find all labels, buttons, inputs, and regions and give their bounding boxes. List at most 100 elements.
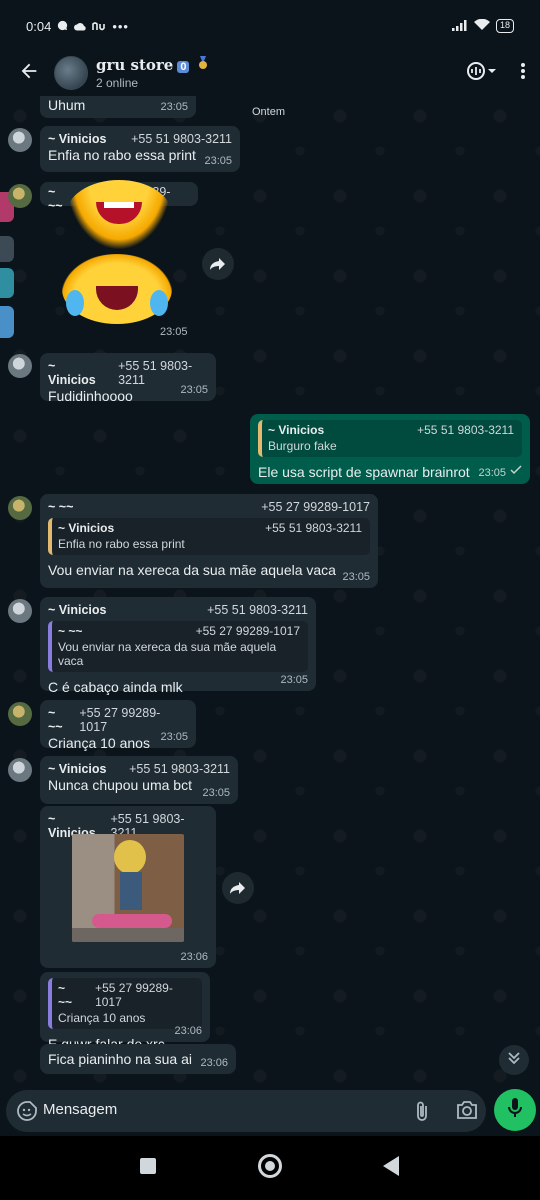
- voice-chat-icon[interactable]: [466, 60, 496, 87]
- system-nav-bar: [0, 1136, 540, 1200]
- message-bubble[interactable]: ~ ~~ +55 27 99289-1017 ~ Vinicios +55 51 9…: [40, 494, 378, 588]
- sender-number: +55 51 9803-3211: [129, 762, 230, 776]
- quoted-sender: ~ ~~: [58, 981, 73, 1009]
- sender-name: ~ ~~: [48, 706, 63, 734]
- crying-laughing-emoji-sticker-icon[interactable]: [62, 254, 172, 324]
- quoted-number: +55 51 9803-3211: [417, 423, 514, 437]
- quoted-message[interactable]: ~ Vinicios +55 51 9803-3211 Enfia no rabo…: [48, 518, 370, 555]
- edge-fragment: [0, 236, 14, 262]
- edge-fragment: [0, 268, 14, 298]
- edge-fragment: [0, 306, 14, 338]
- message-time: 23:06: [174, 1025, 202, 1037]
- double-chevron-down-icon: [507, 1051, 521, 1070]
- avatar[interactable]: [8, 354, 32, 378]
- zero-badge: 0: [177, 61, 190, 73]
- quoted-message[interactable]: ~ ~~ +55 27 99289-1017 Vou enviar na xere…: [48, 621, 308, 672]
- message-time: 23:05: [202, 787, 230, 799]
- scroll-to-bottom-button[interactable]: [499, 1045, 529, 1075]
- message-time: 23:05: [342, 571, 370, 583]
- quoted-number: +55 27 99289-1017: [195, 624, 300, 638]
- group-avatar[interactable]: [54, 56, 88, 90]
- cloud-icon: [74, 19, 86, 34]
- more-notifications-icon: •••: [112, 18, 129, 34]
- back-arrow-icon[interactable]: [18, 60, 42, 84]
- forward-icon[interactable]: [202, 248, 234, 280]
- quoted-message[interactable]: ~ ~~ +55 27 99289-1017 Criança 10 anos: [48, 978, 202, 1029]
- home-icon[interactable]: [258, 1154, 282, 1178]
- message-time: 23:05: [280, 674, 308, 686]
- nav-back-icon[interactable]: [383, 1156, 399, 1176]
- quoted-sender: ~ ~~: [58, 624, 83, 638]
- quoted-sender: ~ Vinicios: [268, 423, 325, 437]
- wifi-icon: [473, 18, 490, 34]
- message-bubble[interactable]: ~ ~~+55 27 99289-1017 Criança 10 anos E …: [40, 972, 210, 1052]
- avatar[interactable]: [8, 184, 32, 208]
- laughing-emoji-sticker-icon[interactable]: [66, 180, 172, 250]
- sender-number: +55 27 99289-1017: [261, 500, 370, 514]
- message-text: Vou enviar na xereca da sua mãe aquela v…: [48, 562, 336, 578]
- more-options-icon[interactable]: [520, 62, 526, 85]
- battery-icon: 18: [495, 19, 514, 33]
- status-bar: 0:04 ••• 18: [0, 0, 540, 52]
- avatar[interactable]: [8, 599, 32, 623]
- message-time: 23:05: [160, 731, 188, 743]
- chat-notification-icon: [57, 19, 68, 34]
- quoted-sender: ~ Vinicios: [58, 521, 115, 535]
- battery-level: 18: [499, 20, 510, 30]
- date-chip: Ontem: [252, 106, 286, 118]
- recents-icon[interactable]: [140, 1158, 156, 1174]
- avatar[interactable]: [8, 702, 32, 726]
- message-bubble[interactable]: ~ Vinicios +55 51 9803-3211 ~ ~~ +55 27 99…: [40, 597, 316, 695]
- message-bubble[interactable]: ~ Vinicios +55 51 9803-3211 Enfia no rabo…: [40, 126, 240, 172]
- quoted-text: Criança 10 anos: [58, 1011, 146, 1025]
- group-title[interactable]: gru store 0: [96, 56, 208, 74]
- avatar[interactable]: [8, 128, 32, 152]
- quoted-text: Enfia no rabo essa print: [58, 537, 185, 551]
- voice-record-button[interactable]: [494, 1089, 536, 1131]
- signal-icon: [451, 19, 468, 34]
- avatar[interactable]: [8, 496, 32, 520]
- avatar[interactable]: [8, 758, 32, 782]
- message-time: 23:06: [180, 951, 208, 963]
- quoted-text: Burguro fake: [268, 439, 337, 453]
- outgoing-message-bubble[interactable]: ~ Vinicios +55 51 9803-3211 Burguro fake …: [250, 414, 530, 484]
- message-bubble[interactable]: ~ Vinicios +55 51 9803-3211 Fudidinhoooo …: [40, 353, 216, 404]
- quoted-number: +55 51 9803-3211: [265, 521, 362, 535]
- status-time: 0:04: [26, 18, 52, 34]
- message-time: 23:05: [160, 101, 188, 113]
- message-time: 23:05: [478, 467, 506, 479]
- sender-name: ~ Vinicios: [48, 762, 107, 776]
- message-time: 23:05: [204, 155, 232, 167]
- sender-name: ~ Vinicios: [48, 603, 107, 617]
- chat-header: gru store 0 2 online: [0, 52, 540, 96]
- attach-clip-icon[interactable]: [414, 1100, 430, 1127]
- message-composer: Mensagem: [6, 1090, 486, 1132]
- message-time: 23:06: [200, 1057, 228, 1069]
- camera-icon[interactable]: [456, 1100, 478, 1125]
- sender-number: +55 51 9803-3211: [118, 359, 193, 387]
- nu-app-icon: [92, 19, 106, 34]
- message-input[interactable]: Mensagem: [43, 1101, 117, 1118]
- group-subtitle: 2 online: [96, 76, 139, 90]
- message-time: 23:05: [160, 326, 188, 338]
- group-name: gru store: [96, 56, 174, 74]
- message-list[interactable]: Ontem Uhum 23:05 ~ Vinicios +55 51 9803-3…: [0, 96, 540, 1086]
- quoted-message[interactable]: ~ Vinicios +55 51 9803-3211 Burguro fake: [258, 420, 522, 457]
- microphone-icon: [507, 1097, 523, 1124]
- message-bubble[interactable]: Uhum 23:05: [40, 96, 196, 118]
- sender-name: ~ ~~: [48, 500, 74, 514]
- sender-name: ~ Vinicios: [48, 359, 96, 387]
- forward-icon[interactable]: [222, 872, 254, 904]
- delivered-check-icon: [510, 462, 522, 478]
- sender-name: ~ Vinicios: [48, 132, 107, 146]
- message-text: C é cabaço ainda mlk: [48, 679, 183, 695]
- sticker-emoji-icon[interactable]: [16, 1100, 38, 1127]
- quoted-text: Vou enviar na xereca da sua mãe aquela v…: [58, 640, 277, 668]
- image-message-bubble[interactable]: ~ Vinicios +55 51 9803-3211 23:06: [40, 806, 216, 968]
- shared-photo[interactable]: [72, 834, 184, 942]
- message-bubble[interactable]: Fica pianinho na sua ai 23:06: [40, 1044, 236, 1074]
- quoted-number: +55 27 99289-1017: [95, 981, 173, 1009]
- message-bubble[interactable]: ~ Vinicios +55 51 9803-3211 Nunca chupou …: [40, 756, 238, 804]
- message-bubble[interactable]: ~ ~~ +55 27 99289-1017 Criança 10 anos 23…: [40, 700, 196, 751]
- sender-number: +55 27 99289-1017: [79, 706, 161, 734]
